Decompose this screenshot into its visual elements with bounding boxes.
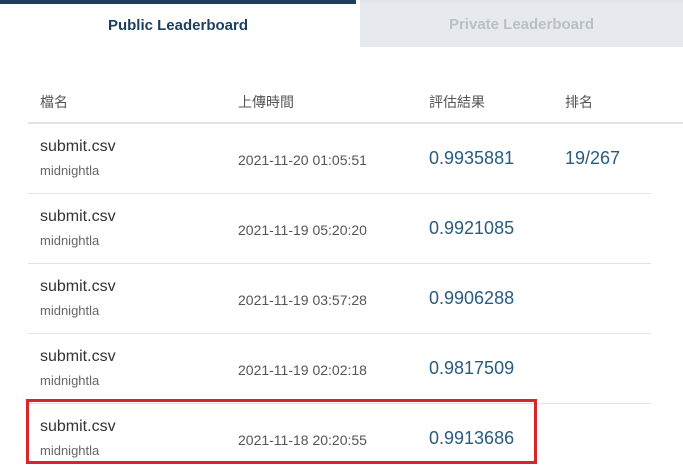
leaderboard-tabs: Public Leaderboard Private Leaderboard	[0, 0, 683, 47]
tab-private-leaderboard[interactable]: Private Leaderboard	[360, 0, 683, 47]
table-row: submit.csv midnightla 2021-11-19 02:02:1…	[28, 334, 651, 404]
header-result: 評估結果	[429, 94, 485, 110]
highlight-box	[26, 399, 537, 464]
leaderboard-page: Public Leaderboard Private Leaderboard 檔…	[0, 0, 683, 469]
score: 0.9935881	[429, 148, 515, 168]
user-name: midnightla	[40, 163, 100, 178]
file-name: submit.csv	[40, 208, 116, 225]
file-name: submit.csv	[40, 138, 116, 155]
upload-time: 2021-11-19 02:02:18	[238, 362, 367, 378]
file-name: submit.csv	[40, 348, 116, 365]
rank: 19/267	[565, 148, 621, 168]
file-name: submit.csv	[40, 278, 116, 295]
score: 0.9921085	[429, 218, 515, 238]
user-name: midnightla	[40, 233, 100, 248]
upload-time: 2021-11-19 03:57:28	[238, 292, 367, 308]
score: 0.9817509	[429, 358, 515, 378]
table-row: submit.csv midnightla 2021-11-19 03:57:2…	[28, 264, 651, 334]
header-file: 檔名	[40, 94, 68, 110]
user-name: midnightla	[40, 373, 100, 388]
score: 0.9906288	[429, 288, 515, 308]
table-header: 檔名 上傳時間 評估結果 排名	[28, 78, 683, 124]
header-upload-time: 上傳時間	[238, 94, 294, 110]
table-row: submit.csv midnightla 2021-11-19 05:20:2…	[28, 194, 651, 264]
upload-time: 2021-11-19 05:20:20	[238, 222, 367, 238]
tab-public-leaderboard[interactable]: Public Leaderboard	[0, 0, 356, 47]
header-rank: 排名	[565, 94, 593, 110]
user-name: midnightla	[40, 303, 100, 318]
table-row: submit.csv midnightla 2021-11-20 01:05:5…	[28, 124, 651, 194]
upload-time: 2021-11-20 01:05:51	[238, 152, 367, 168]
